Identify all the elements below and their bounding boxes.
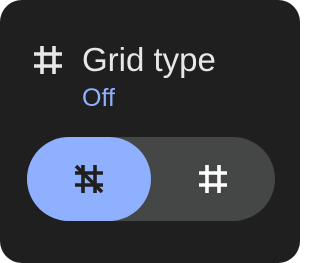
- grid-off-icon: [74, 164, 104, 194]
- tile-value: Off: [82, 84, 115, 112]
- grid-off-button[interactable]: [27, 137, 151, 221]
- grid-icon: [34, 46, 62, 74]
- tile-title: Grid type: [82, 41, 216, 78]
- grid-icon: [199, 165, 227, 193]
- grid-on-button[interactable]: [151, 137, 275, 221]
- grid-type-selector[interactable]: [27, 137, 275, 221]
- grid-type-tile: Grid type Off: [0, 0, 300, 263]
